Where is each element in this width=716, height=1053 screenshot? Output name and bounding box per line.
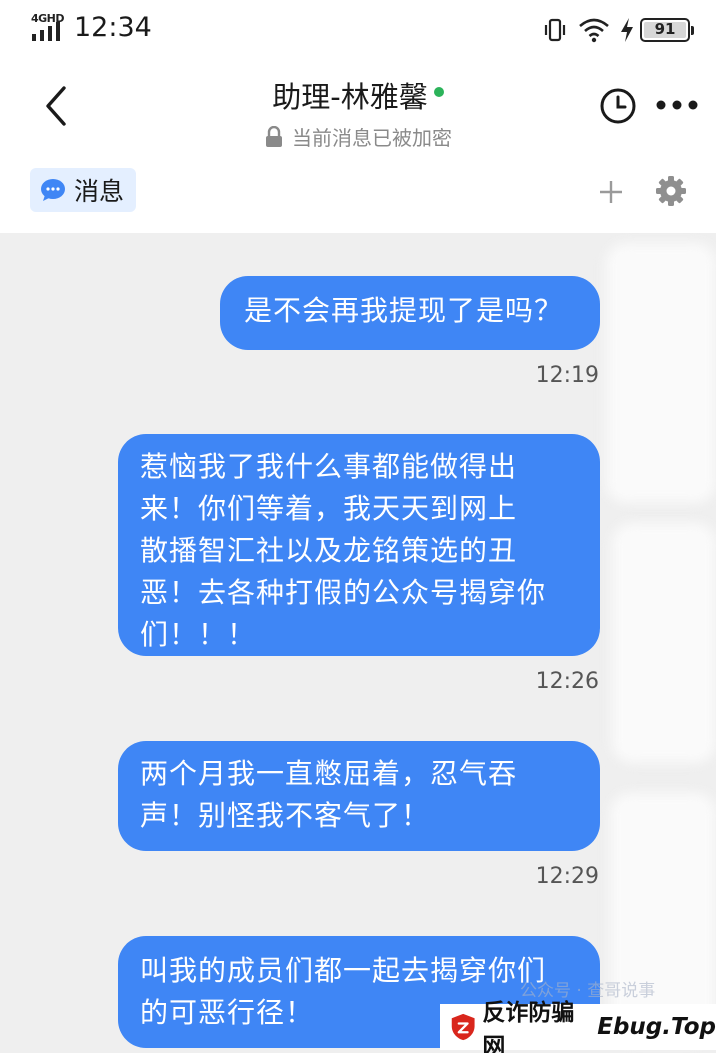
message-line: 惹恼我了我什么事都能做得出 — [140, 450, 518, 483]
message-list[interactable]: 是不会再我提现了是吗？ 12:19 惹恼我了我什么事都能做得出 来！你们等着，我… — [0, 233, 716, 1053]
brand-name: 反诈防骗网 — [482, 1000, 575, 1053]
chat-screen: 4GHD 12:34 91 助理-林雅馨 当前消息已被加密 消息 是不会再我提现… — [0, 0, 716, 1053]
battery-icon: 91 — [640, 18, 694, 42]
message-line: 们！！！ — [140, 618, 257, 651]
signal-bars-icon — [32, 22, 60, 41]
message-line: 两个月我一直憋屈着，忍气吞 — [140, 757, 518, 790]
status-time: 12:34 — [74, 12, 152, 43]
message-text: 是不会再我提现了是吗？ — [244, 294, 564, 327]
wifi-icon — [579, 18, 609, 43]
history-button[interactable] — [598, 86, 638, 126]
shield-logo-icon — [451, 1013, 475, 1041]
clock-icon — [600, 88, 636, 124]
gear-icon — [656, 176, 686, 206]
encryption-notice: 当前消息已被加密 — [0, 122, 716, 151]
message-line: 来！你们等着，我天天到网上 — [140, 492, 518, 525]
chat-header: 助理-林雅馨 当前消息已被加密 — [0, 60, 716, 155]
redaction-smudge — [606, 243, 716, 503]
tab-messages-label: 消息 — [74, 177, 125, 206]
battery-level: 91 — [654, 20, 676, 38]
message-bubble[interactable]: 是不会再我提现了是吗？ — [220, 276, 600, 350]
encryption-text: 当前消息已被加密 — [292, 126, 452, 150]
brand-watermark: 反诈防骗网 Ebug.Top — [440, 1000, 716, 1053]
message-time: 12:26 — [535, 669, 599, 694]
status-bar: 4GHD 12:34 91 — [0, 0, 716, 60]
chat-subbar: 消息 — [0, 155, 716, 233]
chat-bubble-icon — [41, 179, 65, 201]
online-status-dot — [433, 87, 444, 97]
redaction-smudge — [612, 523, 716, 763]
message-line: 散播智汇社以及龙铭策选的丑 — [140, 534, 518, 567]
more-options-button[interactable] — [654, 90, 700, 120]
settings-button[interactable] — [655, 175, 687, 207]
more-dots-icon — [656, 100, 698, 110]
message-bubble[interactable]: 惹恼我了我什么事都能做得出 来！你们等着，我天天到网上 散播智汇社以及龙铭策选的… — [118, 434, 600, 656]
message-bubble[interactable]: 两个月我一直憋屈着，忍气吞 声！别怪我不客气了！ — [118, 741, 600, 851]
plus-icon — [600, 181, 622, 203]
tab-messages[interactable]: 消息 — [30, 168, 137, 212]
message-line: 恶！去各种打假的公众号揭穿你 — [140, 576, 547, 609]
signal-indicator: 4GHD — [30, 12, 66, 42]
message-line: 声！别怪我不客气了！ — [140, 799, 431, 832]
add-button[interactable] — [596, 177, 626, 207]
lock-icon — [266, 125, 282, 147]
charging-icon — [621, 18, 633, 42]
vibrate-icon — [544, 18, 566, 42]
message-time: 12:19 — [535, 363, 599, 388]
brand-domain: Ebug.Top — [597, 1014, 716, 1040]
contact-name: 助理-林雅馨 — [272, 80, 428, 114]
message-time: 12:29 — [535, 864, 599, 889]
